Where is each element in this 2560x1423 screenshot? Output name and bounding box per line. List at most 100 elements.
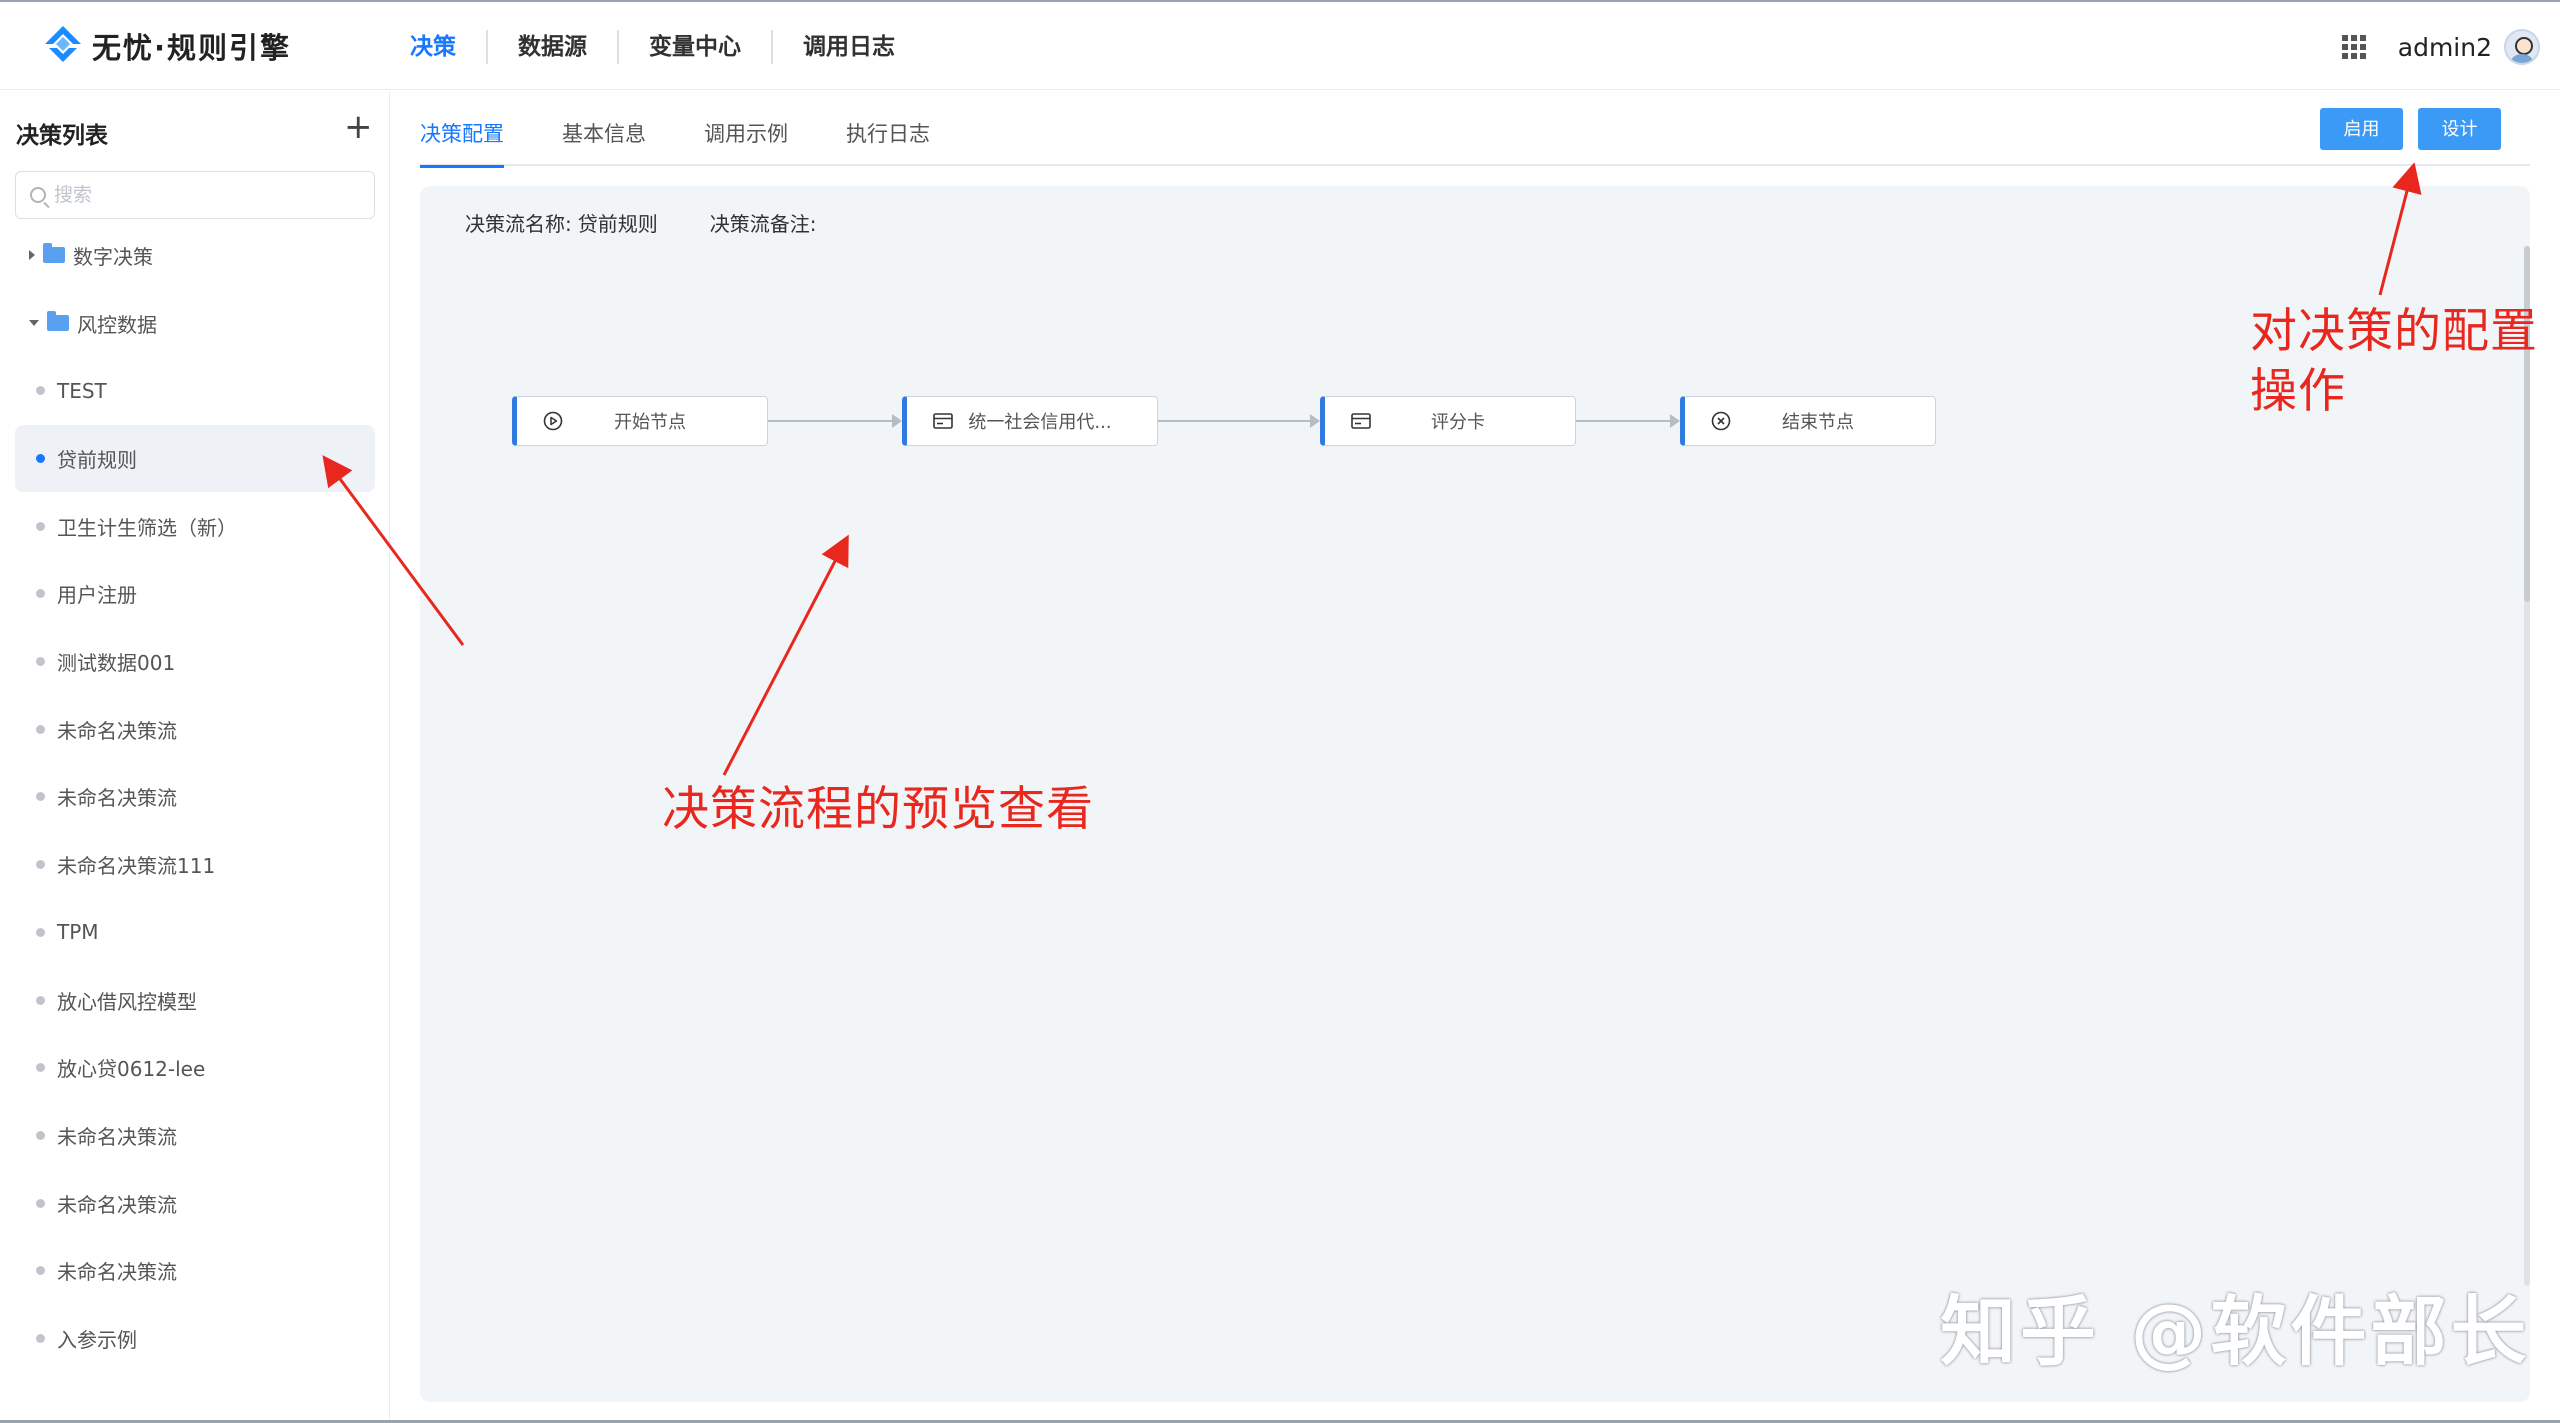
top-navbar: 无忧·规则引擎 决策 数据源 变量中心 调用日志 admin2 (0, 0, 2560, 90)
tree-item[interactable]: 未命名决策流111 (15, 831, 375, 899)
tree-item-label: 贷前规则 (57, 448, 137, 473)
search-input[interactable] (54, 184, 354, 206)
folder-icon (47, 311, 69, 331)
node-label: 开始节点 (614, 412, 686, 433)
tree-item-label: 未命名决策流 (57, 1192, 177, 1217)
flow-node-credit-code[interactable]: 统一社会信用代... (902, 396, 1158, 446)
watermark: 知乎 @软件部长 (1940, 1287, 2531, 1376)
tree-item-label: 未命名决策流 (57, 786, 177, 811)
flow-edge (768, 414, 902, 428)
user-name[interactable]: admin2 (2398, 33, 2492, 62)
bullet-icon (36, 1266, 45, 1276)
nav-variable-center[interactable]: 变量中心 (617, 30, 771, 64)
annotation-preview: 决策流程的预览查看 (662, 782, 1094, 837)
tree-item-label: 测试数据001 (57, 651, 176, 676)
scrollbar-thumb[interactable] (2524, 246, 2530, 602)
bullet-icon (36, 1333, 45, 1343)
apps-grid-icon[interactable] (2341, 35, 2366, 59)
nav-datasource[interactable]: 数据源 (486, 30, 617, 64)
tree-item[interactable]: TPM (15, 899, 375, 967)
tree-item[interactable]: 卫生计生筛选（新） (15, 492, 375, 560)
flow-node-end[interactable]: 结束节点 (1680, 396, 1936, 446)
decision-tree: 数字决策 风控数据 TEST 贷前规则 卫生计生筛选（新） 用户注册 测试数据0… (15, 221, 375, 1372)
tree-item[interactable]: 未命名决策流 (15, 1237, 375, 1305)
add-decision-button[interactable]: + (344, 107, 373, 147)
bullet-icon (36, 724, 45, 734)
app-logo[interactable]: 无忧·规则引擎 (40, 22, 291, 70)
bullet-icon (36, 521, 45, 531)
card-icon (933, 411, 953, 431)
search-icon (30, 187, 46, 203)
bullet-icon (36, 589, 45, 599)
folder-label: 风控数据 (77, 312, 157, 337)
bullet-icon (36, 1130, 45, 1140)
bullet-icon (36, 657, 45, 667)
flow-name-label: 决策流名称: (465, 212, 572, 236)
design-button[interactable]: 设计 (2418, 108, 2501, 150)
annotation-config: 对决策的配置 操作 (2250, 302, 2538, 422)
flow-name-value: 贷前规则 (577, 212, 658, 236)
tree-item-label: 入参示例 (57, 1327, 137, 1352)
tree-item-label: 用户注册 (57, 583, 137, 608)
tree-item[interactable]: 未命名决策流 (15, 763, 375, 831)
tree-item-label: 放心借风控模型 (57, 989, 197, 1014)
tree-folder-digital[interactable]: 数字决策 (15, 221, 375, 289)
flow-node-scorecard[interactable]: 评分卡 (1320, 396, 1576, 446)
tree-item[interactable]: 未命名决策流 (15, 695, 375, 763)
tree-item-label: 未命名决策流111 (57, 854, 216, 879)
bullet-icon (36, 386, 45, 396)
tree-folder-risk[interactable]: 风控数据 (15, 289, 375, 357)
tree-item[interactable]: 入参示例 (15, 1305, 375, 1373)
tree-item[interactable]: 未命名决策流 (15, 1102, 375, 1170)
play-circle-icon (543, 411, 563, 431)
folder-icon (43, 243, 65, 263)
tree-item-label: 放心贷0612-lee (57, 1057, 206, 1082)
tree-item-label: 卫生计生筛选（新） (57, 515, 237, 540)
main-nav: 决策 数据源 变量中心 调用日志 (380, 24, 925, 70)
tab-decision-config[interactable]: 决策配置 (420, 110, 504, 168)
tree-item-label: 未命名决策流 (57, 1260, 177, 1285)
bullet-icon (36, 1063, 45, 1073)
node-label: 评分卡 (1431, 412, 1485, 433)
caret-right-icon[interactable] (29, 250, 35, 260)
tab-basic-info[interactable]: 基本信息 (562, 110, 646, 166)
avatar[interactable] (2504, 29, 2540, 65)
tab-exec-log[interactable]: 执行日志 (846, 110, 930, 166)
tab-call-example[interactable]: 调用示例 (704, 110, 788, 166)
decision-sidebar: 决策列表 + 数字决策 风控数据 TEST 贷前规则 卫生计生筛选（新） 用户注… (0, 91, 390, 1423)
tree-item-label: TPM (57, 920, 99, 945)
flow-edge (1576, 414, 1680, 428)
flow-edge (1158, 414, 1320, 428)
tree-item[interactable]: 放心借风控模型 (15, 966, 375, 1034)
close-circle-icon (1711, 411, 1731, 431)
bullet-icon (36, 1198, 45, 1208)
card-icon (1351, 411, 1371, 431)
tree-item[interactable]: 用户注册 (15, 560, 375, 628)
node-label: 结束节点 (1782, 412, 1854, 433)
flow-meta: 决策流名称: 贷前规则 决策流备注: (465, 208, 829, 237)
tree-item[interactable]: TEST (15, 357, 375, 425)
annotation-config-line1: 对决策的配置 (2250, 304, 2538, 359)
nav-call-log[interactable]: 调用日志 (771, 30, 925, 64)
sidebar-title: 决策列表 (16, 123, 108, 149)
sidebar-search[interactable] (15, 171, 375, 219)
nav-decision[interactable]: 决策 (380, 30, 486, 64)
logo-icon (45, 26, 81, 62)
flow-remark-label: 决策流备注: (709, 212, 817, 236)
tree-item[interactable]: 放心贷0612-lee (15, 1034, 375, 1102)
enable-button[interactable]: 启用 (2320, 108, 2403, 150)
bullet-icon (36, 792, 45, 802)
flow-node-start[interactable]: 开始节点 (512, 396, 768, 446)
tree-item[interactable]: 测试数据001 (15, 628, 375, 696)
app-title: 无忧·规则引擎 (92, 31, 292, 65)
bullet-icon (36, 454, 45, 464)
bullet-icon (36, 860, 45, 870)
user-area: admin2 (2341, 22, 2540, 72)
node-label: 统一社会信用代... (968, 412, 1112, 433)
tree-item-label: 未命名决策流 (57, 1124, 177, 1149)
caret-down-icon[interactable] (29, 320, 39, 326)
tree-item[interactable]: 未命名决策流 (15, 1169, 375, 1237)
tree-item-label: 未命名决策流 (57, 718, 177, 743)
tree-item-label: TEST (57, 378, 107, 403)
tree-item-selected[interactable]: 贷前规则 (15, 424, 375, 493)
